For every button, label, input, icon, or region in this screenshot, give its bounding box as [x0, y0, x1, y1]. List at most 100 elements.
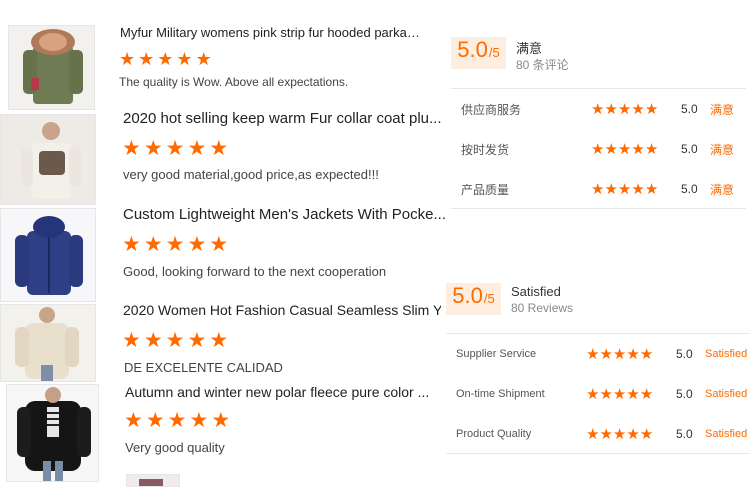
star-icon: ★ — [626, 385, 640, 403]
metric-score: 5.0 — [676, 427, 693, 441]
product-image[interactable] — [0, 114, 96, 205]
review-star-rating: ★ ★ ★ ★ ★ — [122, 330, 231, 351]
metric-stars: ★ ★ ★ ★ ★ — [591, 182, 658, 197]
star-icon: ★ — [165, 233, 185, 256]
metric-row-product-quality: Product Quality ★ ★ ★ ★ ★ 5.0 Satisfied — [446, 414, 750, 454]
star-icon: ★ — [599, 425, 613, 443]
star-icon: ★ — [167, 409, 187, 432]
star-icon: ★ — [626, 345, 640, 363]
metric-row-product-quality: 产品质量 ★ ★ ★ ★ ★ 5.0 满意 — [451, 169, 746, 209]
star-icon: ★ — [604, 140, 618, 158]
black-fur-coat-image — [17, 387, 91, 481]
metric-stars: ★ ★ ★ ★ ★ — [586, 427, 653, 442]
review-count[interactable]: 80 条评论 — [516, 56, 569, 73]
star-icon: ★ — [631, 180, 645, 198]
rating-metrics-panel: Supplier Service ★ ★ ★ ★ ★ 5.0 Satisfied On-… — [446, 333, 750, 454]
star-icon: ★ — [211, 409, 231, 432]
star-icon: ★ — [631, 140, 645, 158]
star-icon: ★ — [644, 180, 659, 198]
star-icon: ★ — [604, 180, 618, 198]
star-icon: ★ — [591, 140, 605, 158]
navy-jacket-image — [15, 216, 83, 295]
star-icon: ★ — [124, 409, 143, 432]
overall-rating-badge: 5.0/5 — [446, 283, 501, 315]
product-image[interactable] — [0, 208, 96, 302]
review-product-title[interactable]: 2020 Women Hot Fashion Casual Seamless S… — [123, 302, 441, 318]
star-icon: ★ — [644, 140, 659, 158]
star-icon: ★ — [209, 233, 229, 256]
star-icon: ★ — [591, 180, 605, 198]
metric-score: 5.0 — [676, 347, 693, 361]
overall-score-denominator: /5 — [483, 291, 495, 306]
star-icon: ★ — [187, 329, 207, 352]
star-icon: ★ — [586, 345, 600, 363]
star-icon: ★ — [195, 49, 212, 69]
star-icon: ★ — [586, 385, 600, 403]
review-product-title[interactable]: 2020 hot selling keep warm Fur collar co… — [123, 110, 445, 127]
review-star-rating: ★ ★ ★ ★ ★ — [122, 138, 231, 159]
metric-label: On-time Shipment — [456, 388, 545, 400]
metric-stars: ★ ★ ★ ★ ★ — [591, 142, 658, 157]
star-icon: ★ — [617, 100, 632, 118]
product-image[interactable] — [0, 304, 96, 382]
metric-status: Satisfied — [705, 428, 748, 440]
star-icon: ★ — [187, 137, 207, 160]
overall-rating-badge: 5.0/5 — [451, 37, 506, 69]
overall-score-denominator: /5 — [488, 45, 500, 60]
review-product-title[interactable]: Autumn and winter new polar fleece pure … — [125, 384, 445, 400]
review-star-rating: ★ ★ ★ ★ ★ — [119, 50, 215, 68]
review-text: The quality is Wow. Above all expectatio… — [119, 75, 349, 89]
star-icon: ★ — [599, 345, 613, 363]
star-icon: ★ — [631, 100, 645, 118]
metric-stars: ★ ★ ★ ★ ★ — [591, 102, 658, 117]
review-text: very good material,good price,as expecte… — [123, 167, 379, 182]
star-icon: ★ — [644, 100, 659, 118]
metric-row-supplier-service: Supplier Service ★ ★ ★ ★ ★ 5.0 Satisfied — [446, 334, 750, 374]
star-icon: ★ — [639, 385, 654, 403]
green-parka-image — [23, 29, 83, 104]
cream-coat-image — [15, 307, 79, 381]
metric-row-on-time-shipment: On-time Shipment ★ ★ ★ ★ ★ 5.0 Satisfied — [446, 374, 750, 414]
product-image[interactable] — [8, 25, 95, 110]
metric-status: Satisfied — [705, 348, 748, 360]
review-star-rating: ★ ★ ★ ★ ★ — [124, 410, 233, 431]
star-icon: ★ — [165, 137, 185, 160]
metric-stars: ★ ★ ★ ★ ★ — [586, 387, 653, 402]
metric-label: Supplier Service — [456, 348, 537, 360]
review-product-title[interactable]: Custom Lightweight Men's Jackets With Po… — [123, 206, 453, 223]
star-icon: ★ — [122, 329, 141, 352]
star-icon: ★ — [157, 49, 174, 69]
overall-status: 满意 — [516, 41, 543, 56]
star-icon: ★ — [599, 385, 613, 403]
star-icon: ★ — [176, 49, 193, 69]
star-icon: ★ — [143, 137, 163, 160]
star-icon: ★ — [138, 49, 155, 69]
star-icon: ★ — [143, 329, 163, 352]
review-count[interactable]: 80 Reviews — [511, 301, 573, 315]
metric-status: Satisfied — [705, 388, 748, 400]
product-image[interactable] — [6, 384, 99, 482]
metric-status: 满意 — [710, 102, 735, 117]
star-icon: ★ — [165, 329, 185, 352]
star-icon: ★ — [189, 409, 209, 432]
partial-product-image — [139, 479, 163, 486]
metric-label: 按时发货 — [461, 142, 510, 157]
metric-row-on-time-shipment: 按时发货 ★ ★ ★ ★ ★ 5.0 满意 — [451, 129, 746, 169]
metric-status: 满意 — [710, 182, 735, 197]
star-icon: ★ — [209, 329, 229, 352]
metric-score: 5.0 — [681, 142, 698, 156]
star-icon: ★ — [143, 233, 163, 256]
fur-collar-coat-image — [21, 122, 81, 199]
star-icon: ★ — [617, 180, 632, 198]
star-icon: ★ — [626, 425, 640, 443]
review-star-rating: ★ ★ ★ ★ ★ — [122, 234, 231, 255]
star-icon: ★ — [612, 345, 627, 363]
product-image[interactable] — [126, 474, 180, 487]
star-icon: ★ — [604, 100, 618, 118]
overall-score: 5.0 — [457, 37, 488, 62]
overall-status: Satisfied — [511, 284, 561, 299]
star-icon: ★ — [122, 233, 141, 256]
star-icon: ★ — [591, 100, 605, 118]
star-icon: ★ — [612, 425, 627, 443]
review-product-title[interactable]: Myfur Military womens pink strip fur hoo… — [120, 25, 420, 40]
